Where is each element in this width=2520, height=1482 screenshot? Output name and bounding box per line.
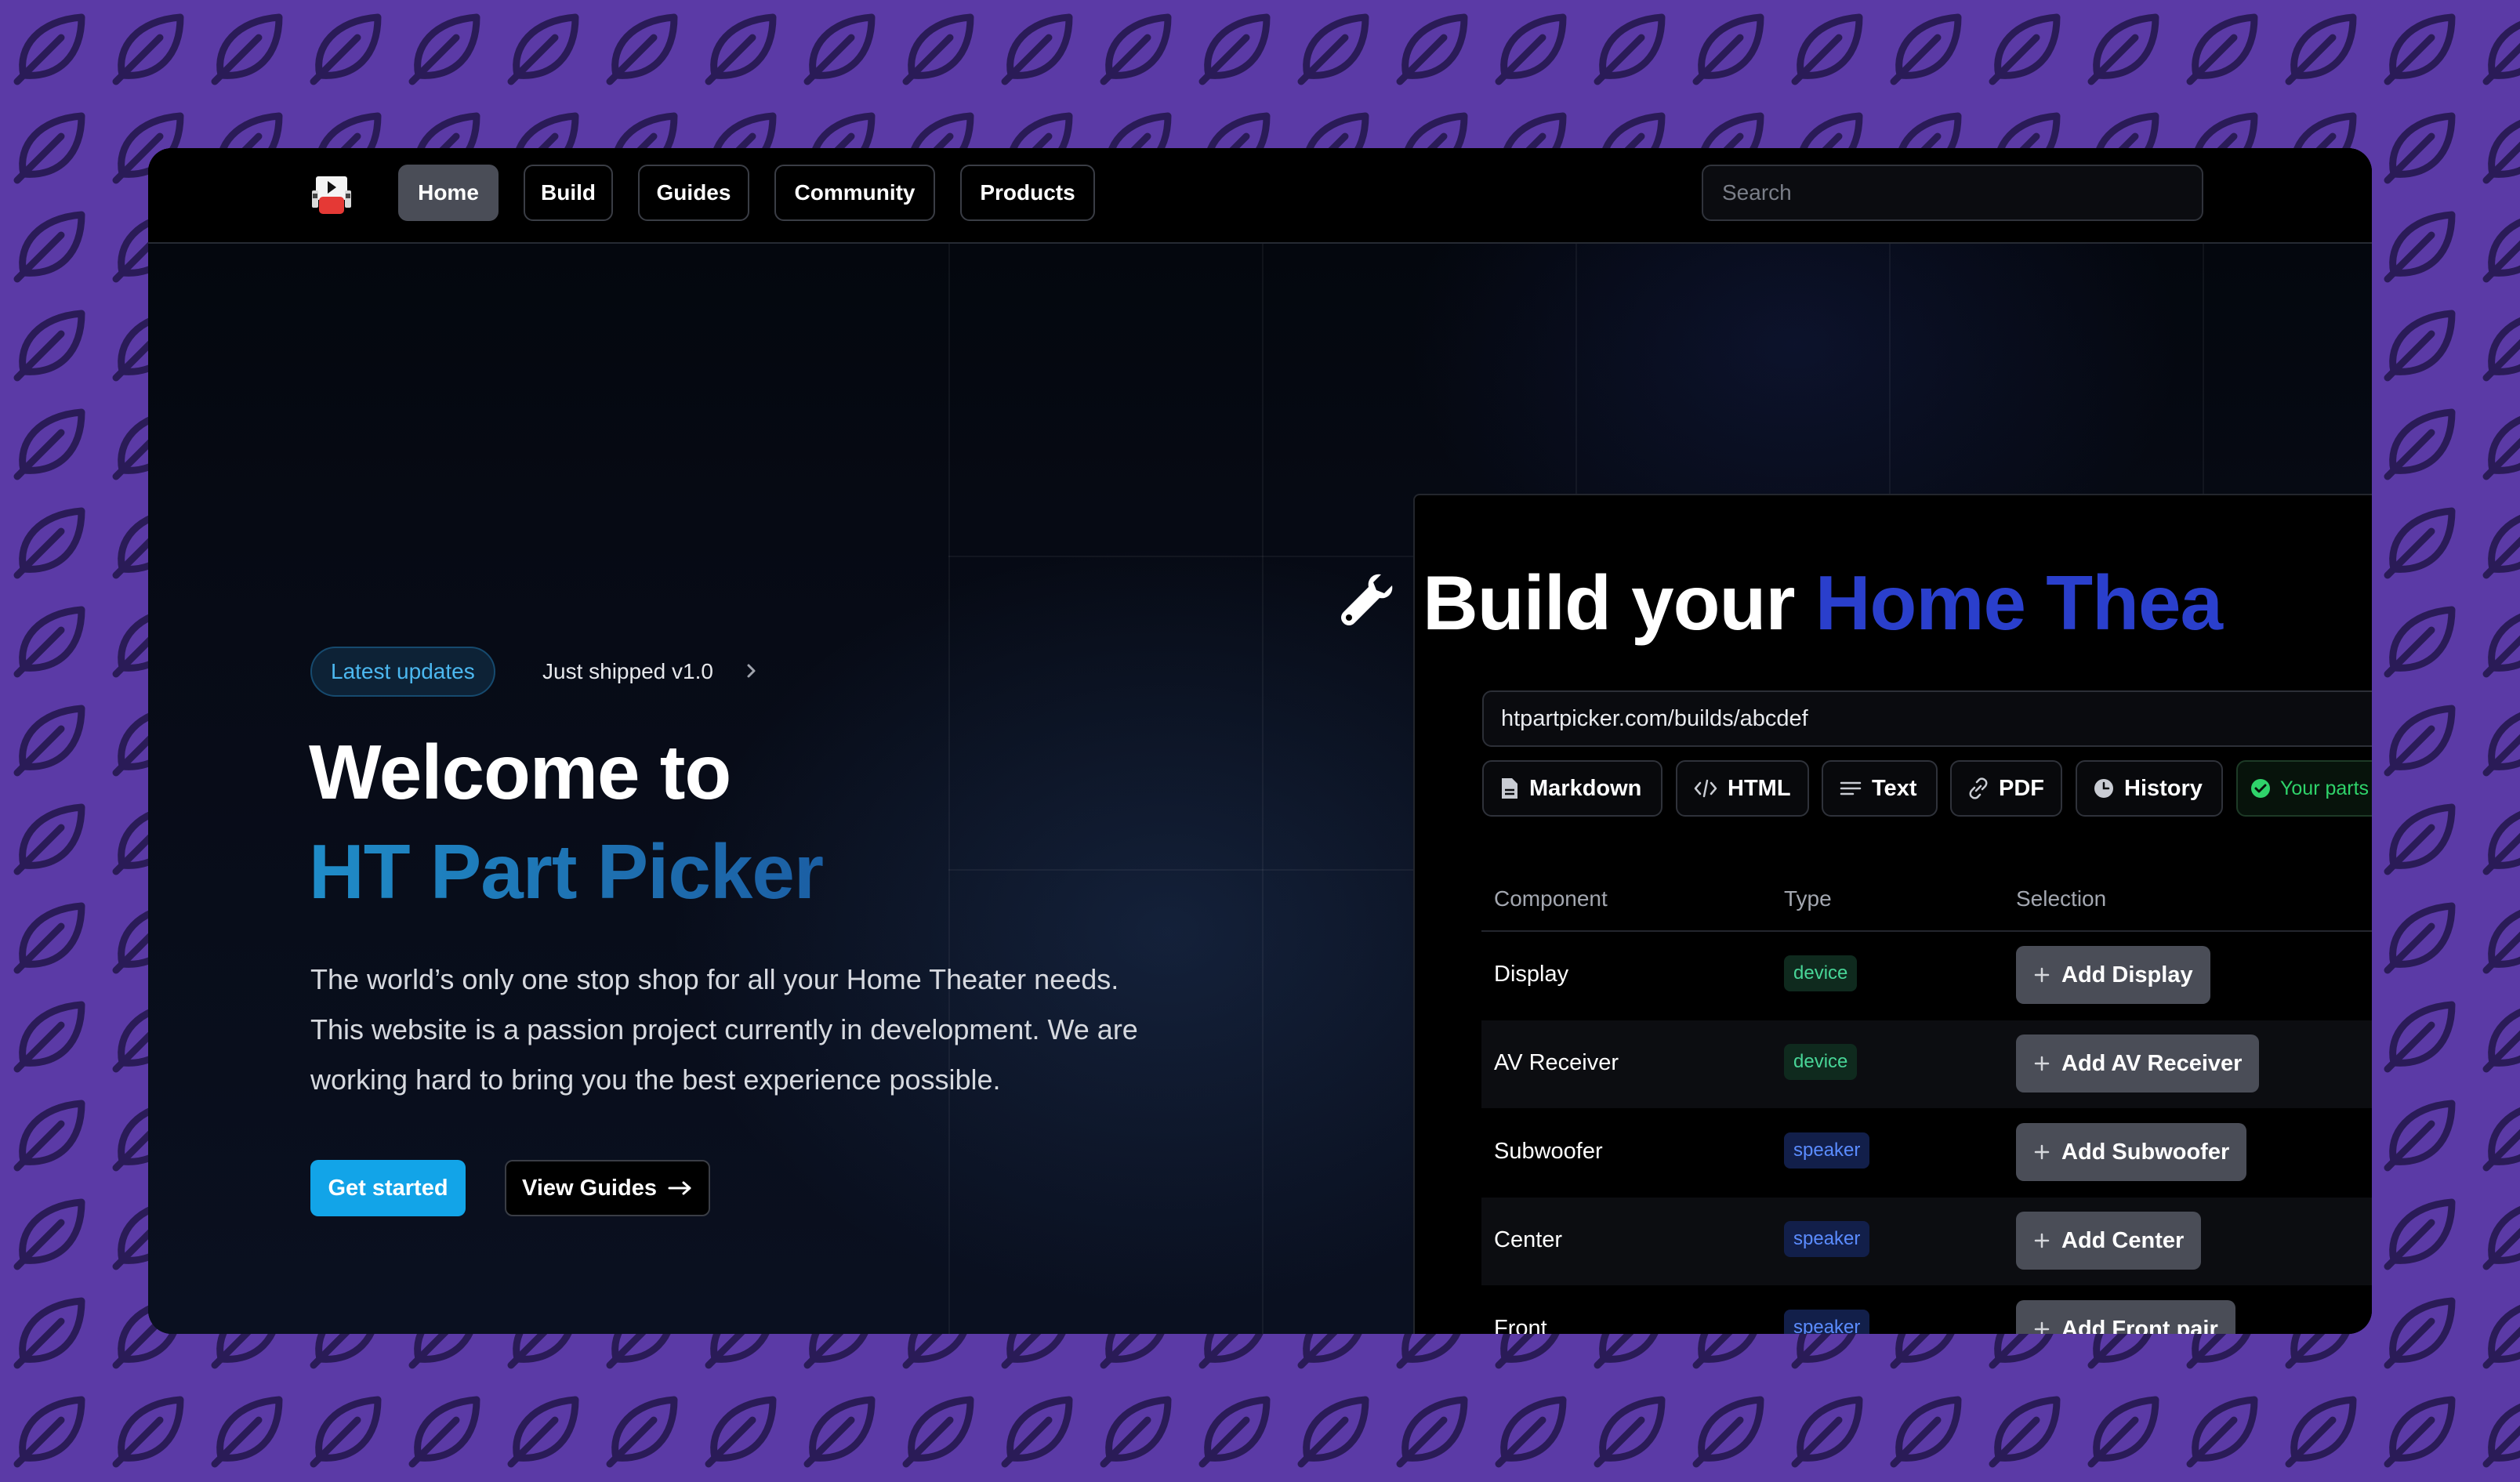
builder-title-plain: Build your (1423, 560, 1815, 646)
plus-icon (2034, 1056, 2050, 1071)
add-button-label: Add Front pair (2061, 1316, 2218, 1335)
plus-icon (2034, 1233, 2050, 1248)
column-header-type: Type (1784, 886, 1832, 911)
history-label: History (2124, 775, 2203, 801)
wrench-icon (1341, 574, 1393, 625)
export-pdf-label: PDF (1999, 775, 2044, 801)
export-markdown-button[interactable]: Markdown (1482, 760, 1662, 817)
plus-icon (2034, 1144, 2050, 1160)
your-parts-badge: Your parts (2236, 760, 2372, 817)
export-markdown-label: Markdown (1529, 775, 1642, 801)
component-name: Front (1494, 1316, 1547, 1334)
build-url-field[interactable]: htpartpicker.com/builds/abcdef (1482, 690, 2372, 747)
type-tag: speaker (1784, 1132, 1870, 1169)
component-name: AV Receiver (1494, 1050, 1619, 1075)
add-display-button[interactable]: Add Display (2016, 946, 2210, 1004)
history-button[interactable]: History (2076, 760, 2223, 817)
table-row: Subwoofer speaker Add Subwoofer (1481, 1109, 2372, 1197)
plus-icon (2034, 1321, 2050, 1334)
text-lines-icon (1840, 781, 1862, 795)
add-button-label: Add Center (2061, 1227, 2185, 1253)
add-center-button[interactable]: Add Center (2016, 1212, 2202, 1270)
export-text-label: Text (1872, 775, 1917, 801)
code-icon (1694, 779, 1717, 798)
add-button-label: Add Subwoofer (2061, 1139, 2230, 1165)
builder-title-accent: Home Thea (1815, 560, 2223, 646)
type-tag: device (1784, 1044, 1858, 1080)
type-tag: speaker (1784, 1221, 1870, 1257)
file-icon (1502, 778, 1517, 799)
panel-clip: Build your Home Thea htpartpicker.com/bu… (148, 148, 2372, 1334)
add-front-pair-button[interactable]: Add Front pair (2016, 1300, 2235, 1334)
add-button-label: Add Display (2061, 962, 2193, 987)
type-tag: speaker (1784, 1310, 1870, 1334)
component-name: Subwoofer (1494, 1139, 1603, 1164)
type-tag: device (1784, 955, 1858, 991)
your-parts-label: Your parts (2280, 777, 2370, 799)
table-row: Front speaker Add Front pair (1481, 1286, 2372, 1334)
link-icon (1969, 777, 1988, 799)
plus-icon (2034, 967, 2050, 983)
export-html-button[interactable]: HTML (1676, 760, 1809, 817)
component-name: Center (1494, 1227, 1563, 1252)
table-row: AV Receiver device Add AV Receiver (1481, 1020, 2372, 1108)
builder-title: Build your Home Thea (1423, 559, 2223, 647)
table-row: Display device Add Display (1481, 932, 2372, 1020)
check-circle-icon (2251, 779, 2270, 798)
export-pdf-button[interactable]: PDF (1950, 760, 2062, 817)
add-subwoofer-button[interactable]: Add Subwoofer (2016, 1123, 2247, 1181)
component-name: Display (1494, 962, 1569, 987)
clock-icon (2094, 779, 2113, 798)
column-header-component: Component (1494, 886, 1608, 911)
export-text-button[interactable]: Text (1822, 760, 1938, 817)
add-button-label: Add AV Receiver (2061, 1050, 2243, 1076)
export-html-label: HTML (1728, 775, 1791, 801)
add-av-receiver-button[interactable]: Add AV Receiver (2016, 1035, 2260, 1092)
table-row: Center speaker Add Center (1481, 1198, 2372, 1285)
column-header-selection: Selection (2016, 886, 2107, 911)
